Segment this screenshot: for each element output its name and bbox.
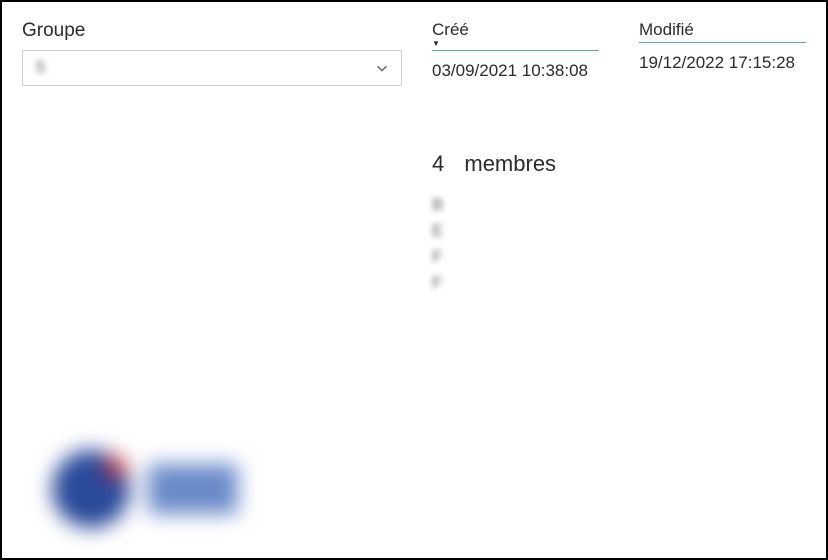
group-label: Groupe xyxy=(22,20,402,42)
created-column-header[interactable]: Créé ▼ xyxy=(432,20,599,51)
members-count: 4 xyxy=(432,151,444,177)
modified-value: 19/12/2022 17:15:28 xyxy=(639,43,806,73)
logo-block-icon xyxy=(148,464,238,514)
list-item: F xyxy=(432,247,806,267)
group-selected-value: S xyxy=(35,59,46,77)
modified-column-header[interactable]: Modifié xyxy=(639,20,806,43)
logo-circle-icon xyxy=(52,450,130,528)
members-heading: 4 membres xyxy=(432,151,806,177)
members-label: membres xyxy=(464,151,556,176)
list-item: B xyxy=(432,195,806,215)
modified-label: Modifié xyxy=(639,20,694,39)
sort-descending-icon: ▼ xyxy=(432,40,599,48)
created-label: Créé xyxy=(432,20,469,39)
list-item: E xyxy=(432,221,806,241)
members-list: B E F F xyxy=(432,195,806,293)
chevron-down-icon xyxy=(375,61,389,75)
logo xyxy=(52,450,238,528)
created-value: 03/09/2021 10:38:08 xyxy=(432,51,599,81)
group-dropdown[interactable]: S xyxy=(22,50,402,86)
list-item: F xyxy=(432,273,806,293)
